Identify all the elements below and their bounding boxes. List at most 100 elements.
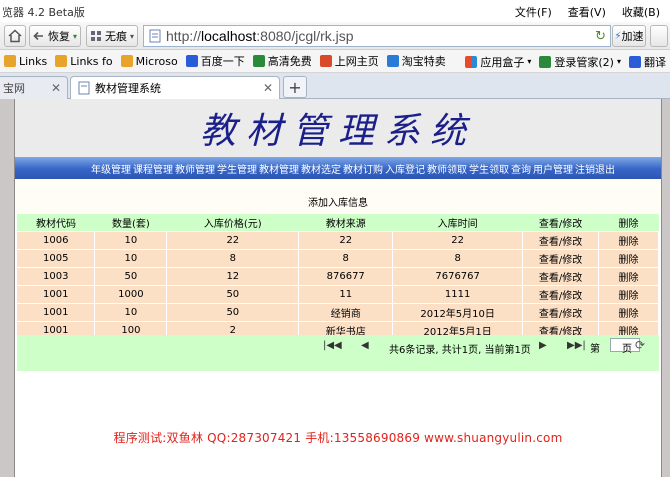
menu-student[interactable]: 学生管理 xyxy=(217,161,257,176)
menu-teacher-collect[interactable]: 教师领取 xyxy=(427,161,467,176)
bookmark-links-fo[interactable]: Links fo xyxy=(51,55,116,68)
bookmark-label: 淘宝特卖 xyxy=(401,55,446,68)
view-edit-link[interactable]: 查看/修改 xyxy=(522,248,600,267)
cell-quantity: 50 xyxy=(94,266,168,285)
cell-price: 12 xyxy=(166,266,300,285)
home-button[interactable] xyxy=(4,25,26,47)
go-icon[interactable]: ⟳ xyxy=(635,338,645,352)
grid-icon xyxy=(90,31,101,41)
page-viewport: 教材管理系统 年级管理 课程管理 教师管理 学生管理 教材管理 教材选定 教材订… xyxy=(0,99,670,477)
window-titlebar: 览器 4.2 Beta版 文件(F) 查看(V) 收藏(B) xyxy=(0,0,670,22)
cell-quantity: 10 xyxy=(94,248,168,267)
nav-toolbar: 恢复 ▾ 无痕 ▾ http://localhost:8080/jcgl/rk.… xyxy=(0,22,670,50)
close-icon[interactable]: ✕ xyxy=(263,81,273,95)
view-edit-link[interactable]: 查看/修改 xyxy=(522,266,600,285)
cell-source: 22 xyxy=(298,230,394,249)
bookmark-baidu[interactable]: 百度一下 xyxy=(182,53,249,69)
menu-query[interactable]: 查询 xyxy=(511,161,531,176)
cell-source: 876677 xyxy=(298,266,394,285)
record-summary: 共6条记录, 共计1页, 当前第1页 xyxy=(389,345,531,356)
toolbar-more-button[interactable] xyxy=(650,25,668,47)
menu-textbook-select[interactable]: 教材选定 xyxy=(301,161,341,176)
add-stock-link[interactable]: 添加入库信息 xyxy=(15,194,661,209)
cell-source: 经销商 xyxy=(298,302,394,321)
bookmark-homepage[interactable]: 上网主页 xyxy=(316,53,383,69)
menu-file[interactable]: 文件(F) xyxy=(515,4,552,20)
tab-textbook-system[interactable]: 教材管理系统 ✕ xyxy=(70,76,280,99)
delete-link[interactable]: 删除 xyxy=(598,230,659,249)
footer-credit: 程序测试:双鱼林 QQ:287307421 手机:13558690869 www… xyxy=(113,431,563,445)
refresh-icon[interactable]: ↻ xyxy=(595,29,606,44)
menu-textbook[interactable]: 教材管理 xyxy=(259,161,299,176)
dropdown-arrow-icon: ▾ xyxy=(527,57,532,66)
cell-time: 8 xyxy=(392,248,524,267)
close-icon[interactable]: ✕ xyxy=(51,81,61,95)
cell-quantity: 10 xyxy=(94,302,168,321)
tab-bar: 宝网 ✕ 教材管理系统 ✕ + xyxy=(0,73,670,99)
menu-student-collect[interactable]: 学生领取 xyxy=(469,161,509,176)
back-arrow-icon xyxy=(33,31,43,41)
notrace-label: 无痕 xyxy=(104,30,127,43)
menu-teacher[interactable]: 教师管理 xyxy=(175,161,215,176)
bookmarks-right-group: 应用盒子 ▾ 登录管家(2) ▾ 翻译 xyxy=(461,50,670,73)
app-box-button[interactable]: 应用盒子 ▾ xyxy=(461,54,535,70)
delete-link[interactable]: 删除 xyxy=(598,284,659,303)
last-page-icon[interactable]: ▶▶| xyxy=(567,340,586,351)
menu-view[interactable]: 查看(V) xyxy=(568,4,606,20)
cell-price: 8 xyxy=(166,248,300,267)
tab-label: 宝网 xyxy=(3,82,25,95)
cell-code: 1005 xyxy=(17,248,96,267)
column-header: 入库时间 xyxy=(392,214,523,231)
cell-price: 50 xyxy=(166,284,300,303)
delete-link[interactable]: 删除 xyxy=(598,266,659,285)
delete-link[interactable]: 删除 xyxy=(598,302,659,321)
pagination-bar: |◀◀ ◀ 共6条记录, 共计1页, 当前第1页 ▶ ▶▶| 第 页 ⟳ xyxy=(17,335,659,371)
column-header: 入库价格(元) xyxy=(166,214,299,231)
app-frame: 教材管理系统 年级管理 课程管理 教师管理 学生管理 教材管理 教材选定 教材订… xyxy=(14,99,662,477)
menu-user-admin[interactable]: 用户管理 xyxy=(533,161,573,176)
cell-source: 8 xyxy=(298,248,394,267)
speed-button[interactable]: ⚡ 加速 xyxy=(612,25,646,47)
bookmark-links[interactable]: Links xyxy=(0,55,51,68)
bookmark-taobao[interactable]: 淘宝特卖 xyxy=(383,53,450,69)
menu-textbook-order[interactable]: 教材订购 xyxy=(343,161,383,176)
notrace-button[interactable]: 无痕 ▾ xyxy=(86,25,138,47)
view-edit-link[interactable]: 查看/修改 xyxy=(522,284,600,303)
app-box-icon xyxy=(465,55,478,68)
cell-quantity: 1000 xyxy=(94,284,168,303)
menu-logout[interactable]: 注销退出 xyxy=(575,161,615,176)
address-bar[interactable]: http://localhost:8080/jcgl/rk.jsp ↻ xyxy=(143,25,611,47)
url-host: localhost xyxy=(201,28,257,44)
login-icon xyxy=(539,55,552,68)
bookmark-microsoft[interactable]: Microso xyxy=(117,55,182,68)
cell-price: 22 xyxy=(166,230,300,249)
url-path: :8080/jcgl/rk.jsp xyxy=(256,28,354,44)
restore-button[interactable]: 恢复 ▾ xyxy=(29,25,81,47)
menu-favorites[interactable]: 收藏(B) xyxy=(622,4,660,20)
dropdown-arrow-icon: ▾ xyxy=(129,31,134,41)
prev-page-icon[interactable]: ◀ xyxy=(361,340,369,351)
column-header: 删除 xyxy=(598,214,659,231)
folder-icon xyxy=(55,55,68,67)
column-header: 教材来源 xyxy=(298,214,393,231)
new-tab-button[interactable]: + xyxy=(283,76,307,98)
lightning-icon: ⚡ xyxy=(614,30,622,42)
plus-icon: + xyxy=(288,77,302,97)
menu-grade[interactable]: 年级管理 xyxy=(91,161,131,176)
next-page-icon[interactable]: ▶ xyxy=(539,340,547,351)
tab-label: 教材管理系统 xyxy=(95,82,161,95)
first-page-icon[interactable]: |◀◀ xyxy=(323,340,342,351)
column-header: 数量(套) xyxy=(94,214,167,231)
taobao-icon xyxy=(386,55,399,67)
cell-time: 2012年5月10日 xyxy=(392,302,524,321)
view-edit-link[interactable]: 查看/修改 xyxy=(522,230,600,249)
menu-course[interactable]: 课程管理 xyxy=(133,161,173,176)
view-edit-link[interactable]: 查看/修改 xyxy=(522,302,600,321)
app-title: 教材管理系统 xyxy=(199,111,476,152)
menu-stock-in[interactable]: 入库登记 xyxy=(385,161,425,176)
translate-button[interactable]: 翻译 xyxy=(625,54,670,70)
login-manager-button[interactable]: 登录管家(2) ▾ xyxy=(535,54,625,70)
bookmark-hd-free[interactable]: 高清免费 xyxy=(249,53,316,69)
tab-taobao[interactable]: 宝网 ✕ xyxy=(0,76,68,99)
delete-link[interactable]: 删除 xyxy=(598,248,659,267)
